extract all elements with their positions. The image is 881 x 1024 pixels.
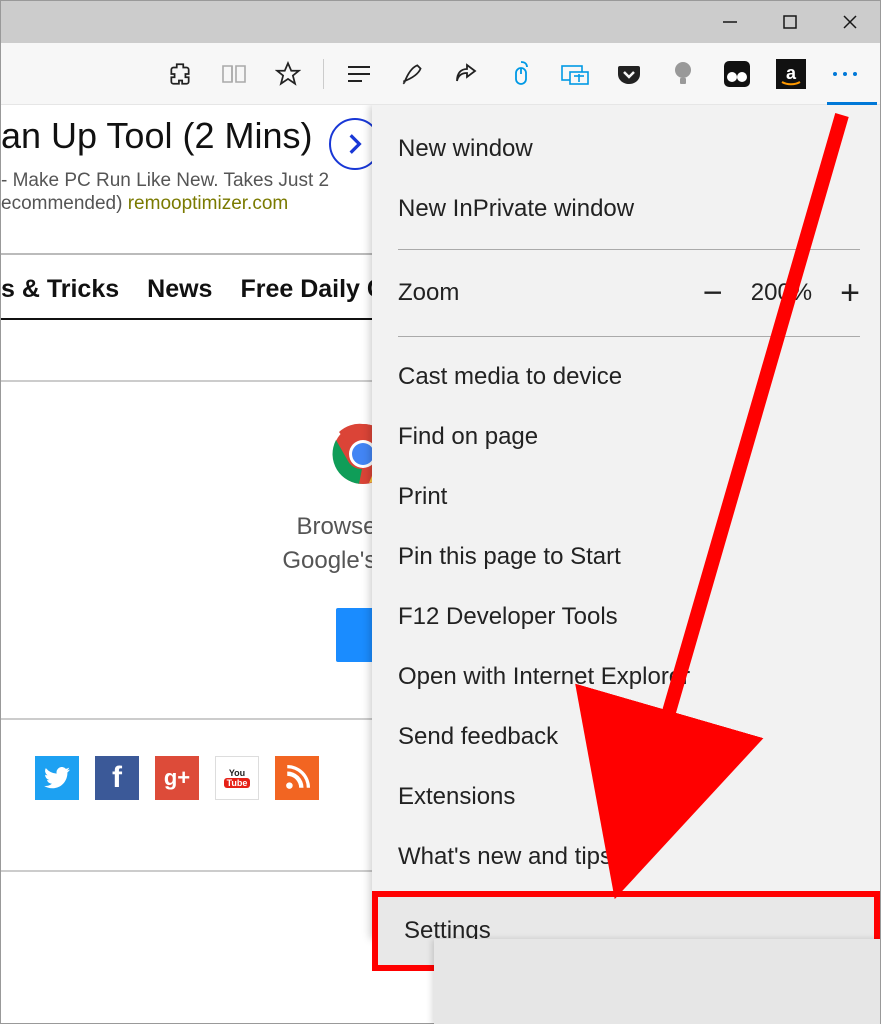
zoom-value: 200% [751, 279, 812, 307]
translate-icon[interactable] [550, 51, 600, 97]
menu-new-inprivate[interactable]: New InPrivate window [398, 179, 860, 239]
menu-feedback[interactable]: Send feedback [398, 707, 860, 767]
maximize-icon [782, 14, 798, 30]
twitter-icon[interactable] [35, 756, 79, 800]
window-close-button[interactable] [820, 1, 880, 43]
favorites-star-icon[interactable] [263, 51, 313, 97]
lightbulb-icon[interactable] [658, 51, 708, 97]
close-icon [841, 13, 859, 31]
window-maximize-button[interactable] [760, 1, 820, 43]
youtube-icon[interactable]: You Tube [215, 756, 259, 800]
menu-print[interactable]: Print [398, 467, 860, 527]
chevron-right-icon [342, 131, 368, 157]
facebook-icon[interactable]: f [95, 756, 139, 800]
share-icon[interactable] [442, 51, 492, 97]
nav-tab-news[interactable]: News [147, 275, 212, 304]
minimize-icon [721, 13, 739, 31]
page-content: an Up Tool (2 Mins) - Make PC Run Like N… [1, 105, 880, 1024]
zoom-in-button[interactable]: + [840, 276, 860, 310]
more-menu-button[interactable] [820, 51, 870, 97]
zoom-label: Zoom [398, 279, 459, 307]
ad-title: an Up Tool (2 Mins) [1, 115, 312, 156]
menu-cast[interactable]: Cast media to device [398, 347, 860, 407]
reading-view-icon[interactable] [334, 51, 384, 97]
mouse-gestures-icon[interactable] [496, 51, 546, 97]
menu-open-ie[interactable]: Open with Internet Explorer [398, 647, 860, 707]
menu-new-window[interactable]: New window [398, 119, 860, 179]
menu-pin[interactable]: Pin this page to Start [398, 527, 860, 587]
svg-text:a: a [786, 63, 797, 83]
window-minimize-button[interactable] [700, 1, 760, 43]
roboform-icon[interactable] [712, 51, 762, 97]
menu-whats-new[interactable]: What's new and tips [398, 827, 860, 887]
nav-tab-tips[interactable]: s & Tricks [1, 275, 119, 304]
browser-toolbar: a [1, 43, 880, 105]
menu-zoom-row: Zoom − 200% + [398, 260, 860, 326]
menu-extensions[interactable]: Extensions [398, 767, 860, 827]
reading-list-icon[interactable] [209, 51, 259, 97]
pocket-icon[interactable] [604, 51, 654, 97]
more-menu-panel: New window New InPrivate window Zoom − 2… [372, 105, 880, 939]
rss-icon[interactable] [275, 756, 319, 800]
ad-domain-link[interactable]: remooptimizer.com [128, 193, 289, 214]
menu-devtools[interactable]: F12 Developer Tools [398, 587, 860, 647]
web-note-icon[interactable] [388, 51, 438, 97]
amazon-assistant-icon[interactable]: a [766, 51, 816, 97]
google-plus-icon[interactable]: g+ [155, 756, 199, 800]
window-titlebar [1, 1, 880, 43]
zoom-out-button[interactable]: − [703, 276, 723, 310]
extensions-icon[interactable] [155, 51, 205, 97]
ellipsis-icon [831, 70, 859, 78]
toolbar-separator [323, 59, 324, 89]
menu-find[interactable]: Find on page [398, 407, 860, 467]
panel-shadow [434, 939, 880, 1024]
